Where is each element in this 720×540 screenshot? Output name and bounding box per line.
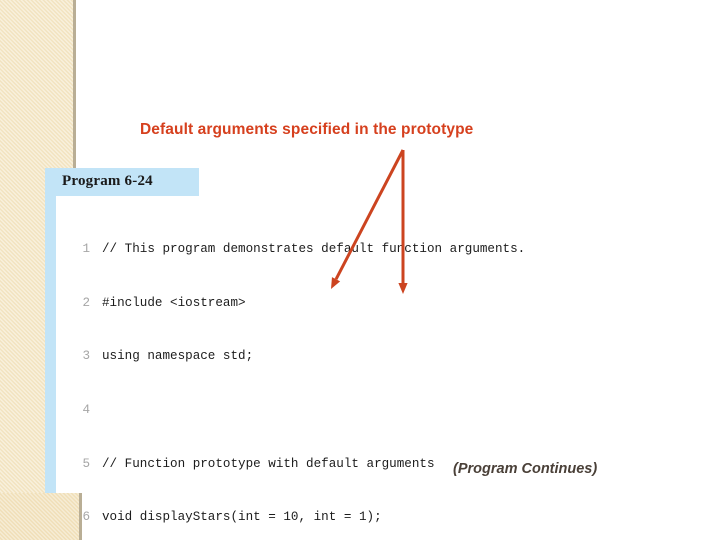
code-line: 4 — [56, 402, 601, 420]
code-listing: 1 // This program demonstrates default fu… — [56, 205, 601, 540]
program-label: Program 6-24 — [62, 173, 153, 189]
line-number: 6 — [82, 510, 90, 525]
program-continues-note: (Program Continues) — [453, 461, 598, 477]
line-number: 5 — [82, 456, 90, 471]
line-source: void displayStars(int = 10, int = 1); — [102, 510, 382, 525]
code-line: 1 // This program demonstrates default fu… — [56, 241, 601, 259]
line-number: 2 — [82, 295, 90, 310]
line-source: using namespace std; — [102, 349, 254, 364]
line-number: 1 — [82, 241, 90, 256]
line-number: 4 — [82, 402, 90, 417]
page-title: Default arguments specified in the proto… — [140, 121, 474, 138]
line-source: // Function prototype with default argum… — [102, 456, 435, 471]
line-source: #include <iostream> — [102, 295, 246, 310]
program-panel-spine — [45, 168, 56, 493]
slide-canvas: Default arguments specified in the proto… — [0, 0, 720, 540]
code-line: 2 #include <iostream> — [56, 295, 601, 313]
line-number: 3 — [82, 349, 90, 364]
line-source: // This program demonstrates default fun… — [102, 241, 526, 256]
code-line: 3 using namespace std; — [56, 348, 601, 366]
code-line: 6 void displayStars(int = 10, int = 1); — [56, 509, 601, 527]
